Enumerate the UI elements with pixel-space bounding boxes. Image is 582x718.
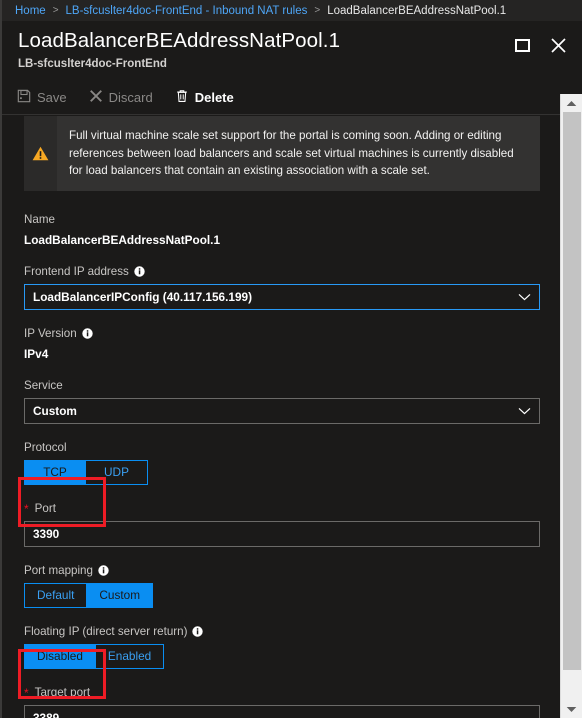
blade-panel: Home > LB-sfcuslter4doc-FrontEnd - Inbou… <box>0 0 582 718</box>
service-selected-value: Custom <box>33 403 77 418</box>
field-port-mapping: Port mapping Default Custom <box>24 564 540 608</box>
field-target-port: * Target port 3389 <box>24 686 540 718</box>
protocol-toggle-group: TCP UDP <box>24 459 148 485</box>
field-floating-ip: Floating IP (direct server return) Disab… <box>24 625 540 669</box>
warning-banner-text: Full virtual machine scale set support f… <box>69 129 514 177</box>
scrollbar-track[interactable] <box>561 112 582 700</box>
port-input[interactable]: 3390 <box>24 520 540 547</box>
protocol-option-udp[interactable]: UDP <box>86 459 148 485</box>
scroll-down-icon[interactable] <box>561 700 582 718</box>
protocol-label: Protocol <box>24 441 540 455</box>
scrollbar-thumb[interactable] <box>562 112 581 670</box>
field-protocol: Protocol TCP UDP <box>24 441 540 485</box>
info-icon[interactable] <box>81 328 93 339</box>
target-port-input-value: 3389 <box>33 710 60 718</box>
ip-version-value: IPv4 <box>24 346 49 361</box>
required-marker: * <box>24 501 29 516</box>
field-name: Name LoadBalancerBEAddressNatPool.1 <box>24 213 540 248</box>
floating-ip-label-text: Floating IP (direct server return) <box>24 624 188 638</box>
port-mapping-label-text: Port mapping <box>24 563 93 577</box>
breadcrumb: Home > LB-sfcuslter4doc-FrontEnd - Inbou… <box>2 0 582 21</box>
service-label: Service <box>24 379 540 393</box>
vertical-scrollbar[interactable] <box>560 94 582 718</box>
name-label-text: Name <box>24 212 55 226</box>
frontend-ip-label-text: Frontend IP address <box>24 264 129 278</box>
breadcrumb-item-home[interactable]: Home <box>15 5 46 17</box>
breadcrumb-separator: > <box>52 5 59 16</box>
target-port-label: * Target port <box>24 686 540 700</box>
floating-ip-toggle-group: Disabled Enabled <box>24 643 165 669</box>
port-input-value: 3390 <box>33 526 60 541</box>
ip-version-label: IP Version <box>24 327 540 341</box>
port-mapping-option-default[interactable]: Default <box>24 582 88 608</box>
service-select[interactable]: Custom <box>24 397 540 424</box>
chevron-down-icon <box>518 407 531 415</box>
scroll-up-icon[interactable] <box>561 94 582 112</box>
warning-triangle-icon <box>24 116 57 191</box>
breadcrumb-item-current: LoadBalancerBEAddressNatPool.1 <box>327 4 507 17</box>
field-frontend-ip: Frontend IP address LoadBalancerIPConfig… <box>24 265 540 310</box>
port-label-text: Port <box>34 501 56 515</box>
blade-content: Full virtual machine scale set support f… <box>2 94 558 718</box>
frontend-ip-selected-value: LoadBalancerIPConfig (40.117.156.199) <box>33 289 252 304</box>
breadcrumb-item-inbound-nat-rules[interactable]: LB-sfcuslter4doc-FrontEnd - Inbound NAT … <box>66 5 308 17</box>
name-value: LoadBalancerBEAddressNatPool.1 <box>24 232 221 247</box>
chevron-down-icon <box>518 293 531 301</box>
port-label: * Port <box>24 502 540 516</box>
blade-titlebar: LoadBalancerBEAddressNatPool.1 LB-sfcusl… <box>2 21 582 70</box>
window-controls <box>512 35 568 55</box>
floating-ip-option-enabled[interactable]: Enabled <box>95 643 165 669</box>
port-mapping-option-custom[interactable]: Custom <box>87 582 154 608</box>
frontend-ip-label: Frontend IP address <box>24 265 540 279</box>
floating-ip-option-disabled[interactable]: Disabled <box>24 643 96 669</box>
required-marker: * <box>24 685 29 700</box>
info-icon[interactable] <box>192 626 204 637</box>
floating-ip-label: Floating IP (direct server return) <box>24 625 540 639</box>
protocol-label-text: Protocol <box>24 440 67 454</box>
field-ip-version: IP Version IPv4 <box>24 327 540 362</box>
target-port-label-text: Target port <box>34 685 91 699</box>
protocol-option-tcp[interactable]: TCP <box>24 459 86 485</box>
close-icon[interactable] <box>548 35 568 55</box>
service-label-text: Service <box>24 378 63 392</box>
page-subtitle: LB-sfcuslter4doc-FrontEnd <box>18 58 167 70</box>
name-label: Name <box>24 213 540 227</box>
warning-banner: Full virtual machine scale set support f… <box>24 116 540 191</box>
field-port: * Port 3390 <box>24 502 540 547</box>
maximize-icon[interactable] <box>512 35 532 55</box>
ip-version-label-text: IP Version <box>24 326 77 340</box>
breadcrumb-separator: > <box>314 5 321 16</box>
field-service: Service Custom <box>24 379 540 424</box>
target-port-input[interactable]: 3389 <box>24 704 540 718</box>
frontend-ip-select[interactable]: LoadBalancerIPConfig (40.117.156.199) <box>24 283 540 310</box>
page-title: LoadBalancerBEAddressNatPool.1 <box>18 29 341 52</box>
info-icon[interactable] <box>98 565 109 576</box>
info-icon[interactable] <box>134 266 145 277</box>
port-mapping-label: Port mapping <box>24 564 540 578</box>
port-mapping-toggle-group: Default Custom <box>24 582 154 608</box>
